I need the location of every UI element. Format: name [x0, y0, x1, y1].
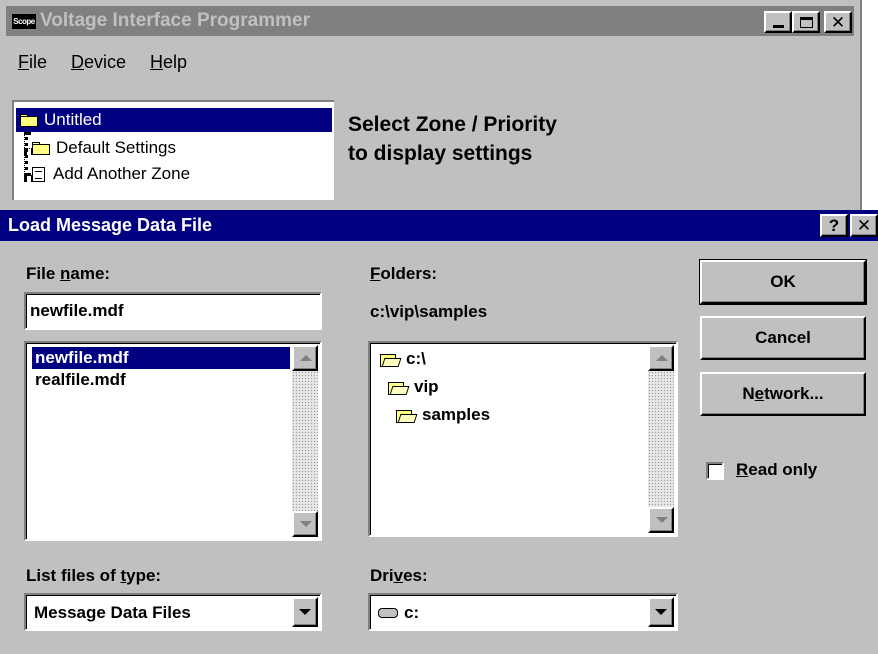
arrow-up-icon — [300, 355, 312, 361]
file-type-label: List files of type: — [26, 566, 162, 585]
tree-item-label: Untitled — [44, 110, 102, 129]
chevron-down-icon — [299, 609, 311, 615]
load-file-dialog: Load Message Data File ? ✕ File name: ne… — [0, 210, 878, 654]
tree-item-default-settings[interactable]: Default Settings — [32, 136, 176, 160]
open-folder-icon — [380, 352, 402, 367]
folder-item-samples[interactable]: samples — [396, 403, 490, 427]
scroll-down-button[interactable] — [292, 511, 318, 537]
file-list-scrollbar[interactable] — [292, 345, 318, 537]
minimize-icon — [772, 25, 784, 28]
menu-help[interactable]: Help — [150, 52, 187, 76]
menu-device[interactable]: Device — [71, 52, 126, 76]
file-list-item[interactable]: realfile.mdf — [32, 369, 129, 391]
folder-icon — [32, 141, 50, 155]
menu-file[interactable]: File — [18, 52, 47, 76]
question-icon: ? — [828, 215, 840, 235]
app-icon[interactable]: Scope — [12, 14, 36, 29]
arrow-up-icon — [656, 355, 668, 361]
close-dialog-button[interactable]: ✕ — [850, 214, 878, 237]
close-main-button[interactable]: ✕ — [824, 11, 852, 33]
file-list-item[interactable]: newfile.mdf — [32, 347, 290, 369]
window-edge — [860, 0, 862, 210]
file-type-dropdown-button[interactable] — [292, 597, 318, 627]
ok-button[interactable]: OK — [699, 259, 867, 305]
folders-label: Folders: — [370, 264, 438, 283]
read-only-label[interactable]: Read only — [736, 460, 817, 480]
tree-item-add-zone[interactable]: Add Another Zone — [32, 162, 190, 186]
drive-value: c: — [378, 603, 419, 623]
menu-bar: File Device Help — [18, 52, 211, 76]
main-title-bar[interactable]: Scope Voltage Interface Programmer ✕ — [6, 6, 854, 36]
open-folder-icon — [396, 408, 418, 423]
zone-tree: Untitled Default Settings Add Another Zo… — [12, 100, 334, 200]
folder-item-c-root[interactable]: c:\ — [380, 347, 426, 371]
maximize-icon — [799, 16, 813, 28]
folder-list[interactable]: c:\ vip samples — [368, 341, 678, 537]
maximize-button[interactable] — [792, 11, 820, 33]
help-button[interactable]: ? — [820, 214, 848, 237]
dialog-title: Load Message Data File — [8, 215, 213, 235]
file-list[interactable]: newfile.mdf realfile.mdf — [24, 341, 322, 541]
tree-item-untitled[interactable]: Untitled — [16, 108, 332, 132]
scroll-track[interactable] — [292, 371, 318, 511]
current-path: c:\vip\samples — [370, 302, 488, 321]
drives-select[interactable]: c: — [368, 593, 678, 631]
network-button[interactable]: Ne twork... — [700, 372, 866, 416]
folder-item-vip[interactable]: vip — [388, 375, 439, 399]
scroll-down-button[interactable] — [648, 507, 674, 533]
minimize-button[interactable] — [764, 11, 792, 33]
dialog-title-bar[interactable]: Load Message Data File ? ✕ — [0, 210, 878, 241]
open-folder-icon — [20, 113, 38, 127]
scroll-track[interactable] — [648, 371, 674, 507]
cancel-button[interactable]: Cancel — [700, 316, 866, 360]
scroll-up-button[interactable] — [292, 345, 318, 371]
folder-list-scrollbar[interactable] — [648, 345, 674, 533]
tree-item-label: Default Settings — [56, 138, 177, 157]
tree-item-label: Add Another Zone — [53, 164, 191, 183]
document-icon — [32, 166, 45, 182]
main-window: Scope Voltage Interface Programmer ✕ Fil… — [0, 0, 860, 210]
file-name-label: File name: — [26, 264, 111, 283]
file-type-value: Message Data Files — [34, 603, 191, 622]
arrow-down-icon — [300, 521, 312, 527]
main-window-title: Voltage Interface Programmer — [40, 10, 310, 31]
hint-text: Select Zone / Priority to display settin… — [348, 113, 557, 165]
file-name-input[interactable] — [24, 292, 322, 330]
drives-label: Drives: — [370, 566, 428, 585]
read-only-checkbox[interactable] — [706, 462, 724, 480]
open-folder-icon — [388, 380, 410, 395]
arrow-down-icon — [656, 517, 668, 523]
file-type-select[interactable]: Message Data Files — [24, 593, 322, 631]
close-icon: ✕ — [830, 12, 846, 32]
chevron-down-icon — [655, 609, 667, 615]
drives-dropdown-button[interactable] — [648, 597, 674, 627]
scroll-up-button[interactable] — [648, 345, 674, 371]
drive-icon — [378, 608, 398, 618]
close-icon: ✕ — [856, 216, 872, 235]
